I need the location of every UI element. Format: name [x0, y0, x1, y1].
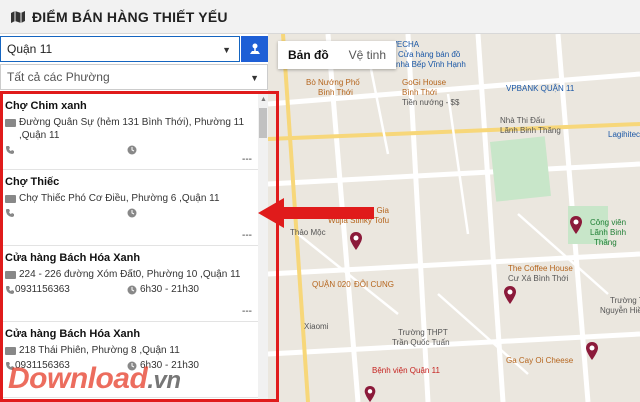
- chevron-down-icon: ▼: [222, 45, 231, 55]
- red-arrow-annotation: [258, 198, 374, 228]
- map-label: nhà Bếp Vĩnh Hạnh: [396, 60, 466, 69]
- phone-icon: [6, 285, 14, 294]
- store-icon: [5, 119, 16, 127]
- more-indicator: ---: [242, 306, 252, 317]
- map-label: Tiền nướng - $$: [402, 98, 460, 107]
- map-label: Nguyễn Hiền: [600, 306, 640, 315]
- map-pin-icon[interactable]: [504, 286, 516, 304]
- store-name: Cửa hàng Bách Hóa Xanh: [5, 252, 141, 264]
- ward-select[interactable]: Tất cả các Phường ▼: [0, 64, 268, 90]
- store-icon: [5, 347, 16, 355]
- more-indicator: ---: [242, 230, 252, 241]
- store-name: Chợ Thiếc: [5, 176, 60, 188]
- store-item[interactable]: Chợ Chim xanh Đường Quân Sự (hẻm 131 Bìn…: [0, 94, 258, 170]
- map-label: Trần Quốc Tuấn: [392, 338, 450, 347]
- map-label: GoGi House: [402, 78, 447, 87]
- map-label: Cửa hàng bán đồ: [398, 50, 461, 59]
- map-label: QUẬN 020: [312, 280, 351, 289]
- chevron-down-icon: ▼: [250, 73, 259, 83]
- store-hours: 6h30 - 21h30: [140, 284, 199, 295]
- clock-icon: [127, 145, 137, 155]
- tab-satellite[interactable]: Vệ tinh: [339, 41, 396, 69]
- map-label: Nhà Thi Đấu: [500, 116, 545, 125]
- map-label: Cư Xá Bình Thới: [508, 274, 569, 283]
- map-label: Bệnh viện Quận 11: [372, 366, 440, 375]
- map-label: The Coffee House: [508, 264, 573, 273]
- more-indicator: ---: [242, 154, 252, 165]
- watermark: Download.vn: [8, 362, 181, 395]
- scrollbar-thumb[interactable]: [259, 108, 267, 138]
- store-item[interactable]: Chợ Thiếc Chợ Thiếc Phó Cơ Điều, Phường …: [0, 170, 258, 246]
- clock-icon: [127, 285, 137, 294]
- map-type-tabs: Bản đồ Vệ tinh: [278, 41, 397, 69]
- map-label: VPBANK QUẬN 11: [506, 84, 575, 93]
- map-label: Lãnh Binh Thăng: [500, 126, 561, 135]
- clock-icon: [127, 208, 137, 218]
- map-label: ĐÔI CUNG: [354, 280, 394, 289]
- location-icon: [249, 43, 260, 54]
- app-title: ĐIỂM BÁN HÀNG THIẾT YẾU: [32, 8, 228, 25]
- map-label: Lãnh Binh: [590, 228, 627, 237]
- tab-map[interactable]: Bản đồ: [278, 41, 339, 69]
- locate-button[interactable]: [241, 36, 268, 62]
- list-scrollbar[interactable]: ▲: [258, 94, 268, 402]
- store-phone: 0931156363: [15, 284, 70, 295]
- map-label: Thăng: [594, 238, 617, 247]
- map-label: Lagihitech: [608, 130, 640, 139]
- map-label: Xiaomi: [304, 322, 329, 331]
- store-icon: [5, 195, 16, 203]
- map-label: Trường THPT: [398, 328, 448, 337]
- scroll-up-icon[interactable]: ▲: [260, 96, 267, 103]
- store-address: Đường Quân Sự (hẻm 131 Bình Thới), Phườn…: [19, 117, 245, 141]
- store-address: 224 - 226 đường Xóm Đất0, Phường 10 ,Quậ…: [19, 269, 241, 280]
- map-pin-icon[interactable]: [350, 232, 362, 250]
- ward-value: Tất cả các Phường: [7, 70, 110, 84]
- store-icon: [5, 271, 16, 279]
- district-select[interactable]: Quận 11 ▼: [0, 36, 240, 62]
- sidebar: Quận 11 ▼ Tất cả các Phường ▼ Chợ Chim x…: [0, 34, 268, 402]
- map-label: Bình Thới: [318, 88, 353, 97]
- phone-icon: [6, 209, 14, 217]
- store-item[interactable]: Cửa hàng Bách Hóa Xanh 224 - 226 đường X…: [0, 246, 258, 322]
- map-label: Trường THPT: [610, 296, 640, 305]
- store-address: 218 Thái Phiên, Phường 8 ,Quận 11: [19, 345, 180, 356]
- map-pin-icon[interactable]: [570, 216, 582, 234]
- district-value: Quận 11: [7, 42, 53, 56]
- app-header: ĐIỂM BÁN HÀNG THIẾT YẾU: [0, 0, 640, 34]
- map-icon: [11, 10, 25, 23]
- map-label: Ga Cay Oi Cheese: [506, 356, 574, 365]
- store-address: Chợ Thiếc Phó Cơ Điều, Phường 6 ,Quận 11: [19, 193, 220, 204]
- store-name: Chợ Chim xanh: [5, 100, 87, 112]
- map-pin-icon[interactable]: [364, 386, 376, 402]
- phone-icon: [6, 146, 14, 154]
- store-name: Cửa hàng Bách Hóa Xanh: [5, 328, 141, 340]
- map-pin-icon[interactable]: [586, 342, 598, 360]
- map-label: Bò Nướng Phố: [306, 78, 360, 87]
- map-label: Công viên: [590, 218, 627, 227]
- map-label: Bình Thới: [402, 88, 437, 97]
- store-list: Chợ Chim xanh Đường Quân Sự (hẻm 131 Bìn…: [0, 94, 258, 402]
